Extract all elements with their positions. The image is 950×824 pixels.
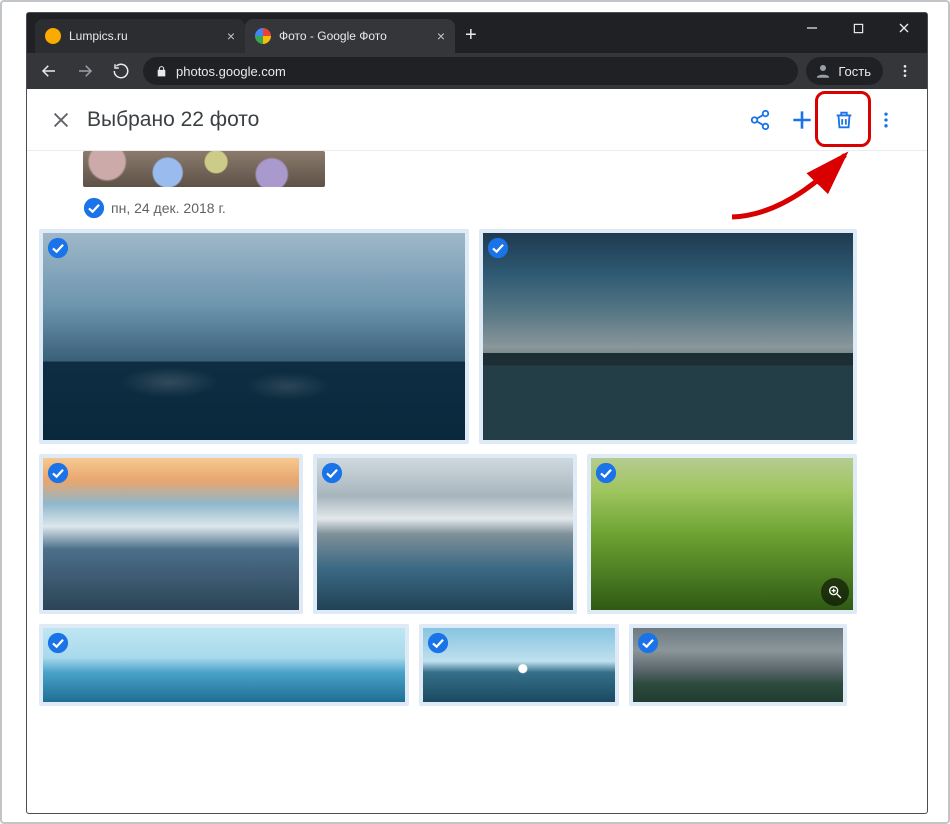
more-options-button[interactable] <box>865 99 907 141</box>
window-controls <box>789 13 927 53</box>
clear-selection-button[interactable] <box>41 100 81 140</box>
photo-image <box>43 233 465 440</box>
check-icon[interactable] <box>47 462 69 489</box>
date-header[interactable]: пн, 24 дек. 2018 г. <box>83 197 915 219</box>
close-icon[interactable]: × <box>437 29 445 43</box>
url-text: photos.google.com <box>176 64 286 79</box>
profile-button[interactable]: Гость <box>806 57 883 85</box>
reload-button[interactable] <box>107 57 135 85</box>
photo-thumbnail[interactable] <box>39 454 303 614</box>
forward-button[interactable] <box>71 57 99 85</box>
photo-thumbnail[interactable] <box>479 229 857 444</box>
check-icon[interactable] <box>427 632 449 659</box>
check-icon[interactable] <box>487 237 509 264</box>
photo-thumbnail[interactable] <box>587 454 857 614</box>
favicon-google-photos <box>255 28 271 44</box>
tab-title: Фото - Google Фото <box>279 29 429 43</box>
close-icon[interactable]: × <box>227 29 235 43</box>
photo-image <box>591 458 853 610</box>
add-to-button[interactable] <box>781 99 823 141</box>
tab-google-photos[interactable]: Фото - Google Фото × <box>245 19 455 53</box>
browser-menu-button[interactable] <box>891 57 919 85</box>
photo-thumbnail[interactable] <box>419 624 619 706</box>
check-icon[interactable] <box>47 237 69 264</box>
close-window-button[interactable] <box>881 13 927 43</box>
photo-image <box>43 628 405 702</box>
lock-icon <box>155 65 168 78</box>
check-icon[interactable] <box>637 632 659 659</box>
tab-lumpics[interactable]: Lumpics.ru × <box>35 19 245 53</box>
page-content: Выбрано 22 фото <box>27 89 927 813</box>
photo-thumbnail[interactable] <box>629 624 847 706</box>
check-icon[interactable] <box>321 462 343 489</box>
photo-thumbnail[interactable] <box>39 229 469 444</box>
date-label: пн, 24 дек. 2018 г. <box>111 200 226 216</box>
minimize-button[interactable] <box>789 13 835 43</box>
selection-count-label: Выбрано 22 фото <box>87 108 259 132</box>
photo-gallery: пн, 24 дек. 2018 г. <box>27 151 927 728</box>
person-icon <box>814 62 832 80</box>
zoom-icon[interactable] <box>821 578 849 606</box>
tab-title: Lumpics.ru <box>69 29 219 43</box>
favicon-lumpics <box>45 28 61 44</box>
photo-image <box>317 458 573 610</box>
back-button[interactable] <box>35 57 63 85</box>
photo-image <box>483 233 853 440</box>
address-bar[interactable]: photos.google.com <box>143 57 798 85</box>
photo-image <box>43 458 299 610</box>
browser-window: Lumpics.ru × Фото - Google Фото × + <box>26 12 928 814</box>
photo-image <box>633 628 843 702</box>
delete-button[interactable] <box>823 99 865 141</box>
photo-image <box>423 628 615 702</box>
photo-thumbnail[interactable] <box>39 624 409 706</box>
selection-toolbar: Выбрано 22 фото <box>27 89 927 151</box>
photo-thumbnail[interactable] <box>313 454 577 614</box>
titlebar: Lumpics.ru × Фото - Google Фото × + <box>27 13 927 53</box>
new-tab-button[interactable]: + <box>455 24 487 53</box>
toolbar: photos.google.com Гость <box>27 53 927 89</box>
check-icon[interactable] <box>47 632 69 659</box>
tab-strip: Lumpics.ru × Фото - Google Фото × + <box>27 13 789 53</box>
photo-thumbnail[interactable] <box>83 151 325 187</box>
profile-label: Гость <box>838 64 871 79</box>
share-button[interactable] <box>739 99 781 141</box>
maximize-button[interactable] <box>835 13 881 43</box>
check-icon <box>83 197 105 219</box>
check-icon[interactable] <box>595 462 617 489</box>
window-frame: Lumpics.ru × Фото - Google Фото × + <box>0 0 950 824</box>
